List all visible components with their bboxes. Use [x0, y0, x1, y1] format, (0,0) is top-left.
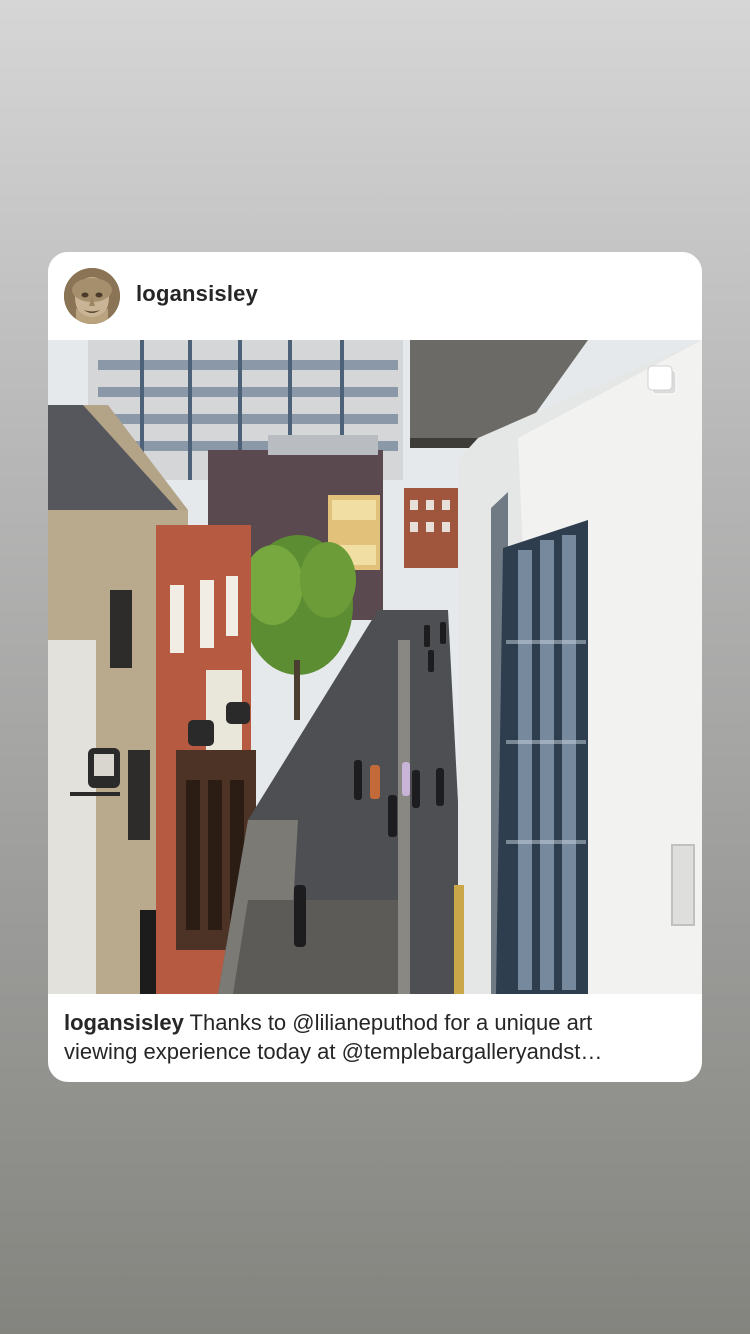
- post-header: logansisley: [48, 252, 702, 340]
- caption-text-1: Thanks to @lilianeputhod for a unique ar…: [183, 1010, 593, 1035]
- profile-avatar-icon[interactable]: [64, 268, 120, 324]
- post-username[interactable]: logansisley: [136, 280, 258, 308]
- caption-username[interactable]: logansisley: [64, 1010, 184, 1035]
- street-photo[interactable]: [48, 340, 702, 994]
- caption-line-1: logansisley Thanks to @lilianeputhod for…: [64, 1008, 686, 1037]
- multiple-images-icon: [646, 364, 678, 396]
- post-caption[interactable]: logansisley Thanks to @lilianeputhod for…: [64, 1008, 686, 1066]
- shared-post-card[interactable]: logansisley logansisley Thanks to @lilia…: [48, 252, 702, 1082]
- caption-line-2: viewing experience today at @templebarga…: [64, 1039, 603, 1064]
